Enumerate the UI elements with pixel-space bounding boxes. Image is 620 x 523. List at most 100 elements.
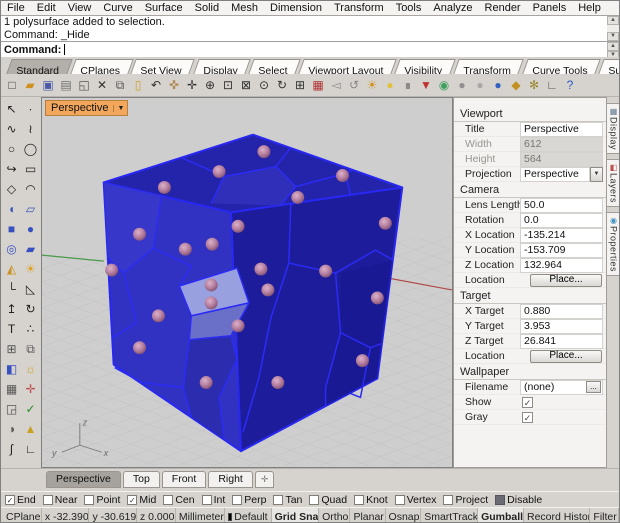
circle-tool-icon[interactable]: ○ (2, 139, 21, 159)
osnap-toggle-near[interactable]: Near (42, 494, 77, 506)
command-history-scrollbar[interactable]: ▲ ▼ (607, 16, 619, 41)
arc-tool-icon[interactable]: ◠ (21, 179, 40, 199)
prop-value-z-location[interactable]: 132.964 (520, 257, 603, 273)
menu-curve[interactable]: Curve (97, 1, 138, 15)
gumball-tool-icon[interactable]: ✛ (21, 379, 40, 399)
box-tool-icon[interactable]: ■ (2, 219, 21, 239)
zoom-extents-icon[interactable]: ⊠ (237, 76, 255, 94)
prop-value-y-target[interactable]: 3.953 (520, 318, 603, 334)
scroll-down-icon[interactable]: ▼ (607, 32, 619, 41)
menu-mesh[interactable]: Mesh (225, 1, 264, 15)
prop-value-x-target[interactable]: 0.880 (520, 303, 603, 319)
plane-tool-icon[interactable]: ▰ (21, 239, 40, 259)
viewport-layout-icon[interactable]: ⊞ (291, 76, 309, 94)
osnap-toggle-project[interactable]: Project (443, 494, 488, 506)
menu-edit[interactable]: Edit (31, 1, 62, 15)
prop-value-x-location[interactable]: -135.214 (520, 227, 603, 243)
solid-edit-tool-icon[interactable]: ◧ (2, 359, 21, 379)
checkbox[interactable] (273, 494, 284, 505)
checkbox[interactable] (232, 494, 243, 505)
status-gumball[interactable]: Gumball (478, 508, 524, 522)
status-cplane[interactable]: CPlane (3, 508, 42, 522)
viewport-tab-front[interactable]: Front (161, 471, 207, 488)
print-icon[interactable]: ▤ (57, 76, 75, 94)
status-grid-snap[interactable]: Grid Sna (271, 508, 320, 522)
pan-icon[interactable]: ✜ (165, 76, 183, 94)
shade-mode-tool-icon[interactable]: ◑ (2, 419, 21, 439)
checkbox[interactable] (163, 494, 174, 505)
status-layer[interactable]: Default (225, 508, 272, 522)
status-y-coordinate[interactable]: y -30.619 (89, 508, 137, 522)
menu-panels[interactable]: Panels (527, 1, 573, 15)
toolbar-tab-set-view[interactable]: Set View (130, 59, 196, 74)
osnap-toggle-int[interactable]: Int (201, 494, 225, 506)
viewport-tab-new-viewport[interactable]: ✛ (254, 471, 275, 488)
select-tool-icon[interactable]: ↖ (2, 99, 21, 119)
command-input[interactable] (65, 42, 607, 57)
filename-value[interactable]: (none) (524, 381, 554, 393)
viewport-menu-arrow-icon[interactable]: ▼ (113, 104, 127, 112)
copy-icon[interactable]: ⧉ (111, 76, 129, 94)
menu-solid[interactable]: Solid (189, 1, 225, 15)
render-icon[interactable]: ● (489, 76, 507, 94)
scroll-up-icon[interactable]: ▲ (607, 16, 619, 25)
projection-select[interactable]: Perspective (520, 166, 590, 182)
torus-tool-icon[interactable]: ◎ (2, 239, 21, 259)
render-spray-icon[interactable]: ☀ (363, 76, 381, 94)
status-osnap[interactable]: Osnap (386, 508, 422, 522)
patch-surface-tool-icon[interactable]: ◖ (2, 199, 21, 219)
viewport-title[interactable]: Perspective (46, 101, 113, 115)
toolbar-tab-standard[interactable]: Standard (6, 59, 73, 74)
named-views-icon[interactable]: ▦ (309, 76, 327, 94)
osnap-toggle-knot[interactable]: Knot (354, 494, 388, 506)
help-icon[interactable]: ? (561, 76, 579, 94)
point-tool-icon[interactable]: ∙ (21, 99, 40, 119)
checkbox[interactable] (443, 494, 454, 505)
render-preview-low-icon[interactable]: ● (453, 76, 471, 94)
text-tool-icon[interactable]: T (2, 319, 21, 339)
viewport-tab-perspective[interactable]: Perspective (46, 471, 121, 488)
block-tool-icon[interactable]: ⊞ (2, 339, 21, 359)
checkbox-gray[interactable]: ✓ (522, 411, 533, 423)
toolbar-tab-curve-tools[interactable]: Curve Tools (521, 59, 601, 74)
viewport-tab-right[interactable]: Right (208, 471, 253, 488)
duplicate-tool-icon[interactable]: ⧉ (21, 339, 40, 359)
checkbox[interactable] (201, 494, 212, 505)
zoom-dynamic-icon[interactable]: ⊕ (201, 76, 219, 94)
status-z-coordinate[interactable]: z 0.000 (137, 508, 176, 522)
status-filter[interactable]: Filter (590, 508, 619, 522)
place-button-camera[interactable]: Place... (530, 273, 602, 287)
zoom-selected-icon[interactable]: ⊙ (255, 76, 273, 94)
surface-tool-icon[interactable]: ▱ (21, 199, 40, 219)
undo-view-icon[interactable]: ↺ (345, 76, 363, 94)
place-button-target[interactable]: Place... (530, 349, 602, 363)
checkbox-show[interactable]: ✓ (522, 396, 533, 408)
osnap-toggle-disable[interactable]: Disable (495, 494, 542, 506)
checkbox[interactable] (84, 494, 95, 505)
lights-tool-icon[interactable]: ☼ (21, 359, 40, 379)
render-settings-icon[interactable]: ▼ (417, 76, 435, 94)
menu-help[interactable]: Help (572, 1, 607, 15)
side-tab-layers[interactable]: ◧ Layers (607, 159, 619, 208)
toolbar-tab-select[interactable]: Select (248, 59, 301, 74)
shade-icon[interactable]: ● (381, 76, 399, 94)
osnap-toggle-perp[interactable]: Perp (232, 494, 266, 506)
osnap-toggle-point[interactable]: Point (84, 494, 120, 506)
toolbar-tab-cplanes[interactable]: CPlanes (69, 59, 134, 74)
sphere-tool-icon[interactable]: ● (21, 219, 40, 239)
open-file-icon[interactable]: ▰ (21, 76, 39, 94)
status-planar[interactable]: Planar (350, 508, 386, 522)
prop-value-rotation[interactable]: 0.0 (520, 212, 603, 228)
export-icon[interactable]: ◱ (75, 76, 93, 94)
osnap-toggle-quad[interactable]: Quad (309, 494, 347, 506)
prop-value-title[interactable]: Perspective (520, 121, 603, 137)
undo-icon[interactable]: ↶ (147, 76, 165, 94)
menu-file[interactable]: File (1, 1, 31, 15)
side-tab-display[interactable]: ▦ Display (607, 103, 619, 155)
check-tool-icon[interactable]: ✓ (21, 399, 40, 419)
delete-icon[interactable]: ✕ (93, 76, 111, 94)
polygon-tool-icon[interactable]: ◇ (2, 179, 21, 199)
prop-value-z-target[interactable]: 26.841 (520, 333, 603, 349)
prop-value-lens-length[interactable]: 50.0 (520, 197, 603, 213)
checkbox[interactable] (127, 494, 138, 505)
